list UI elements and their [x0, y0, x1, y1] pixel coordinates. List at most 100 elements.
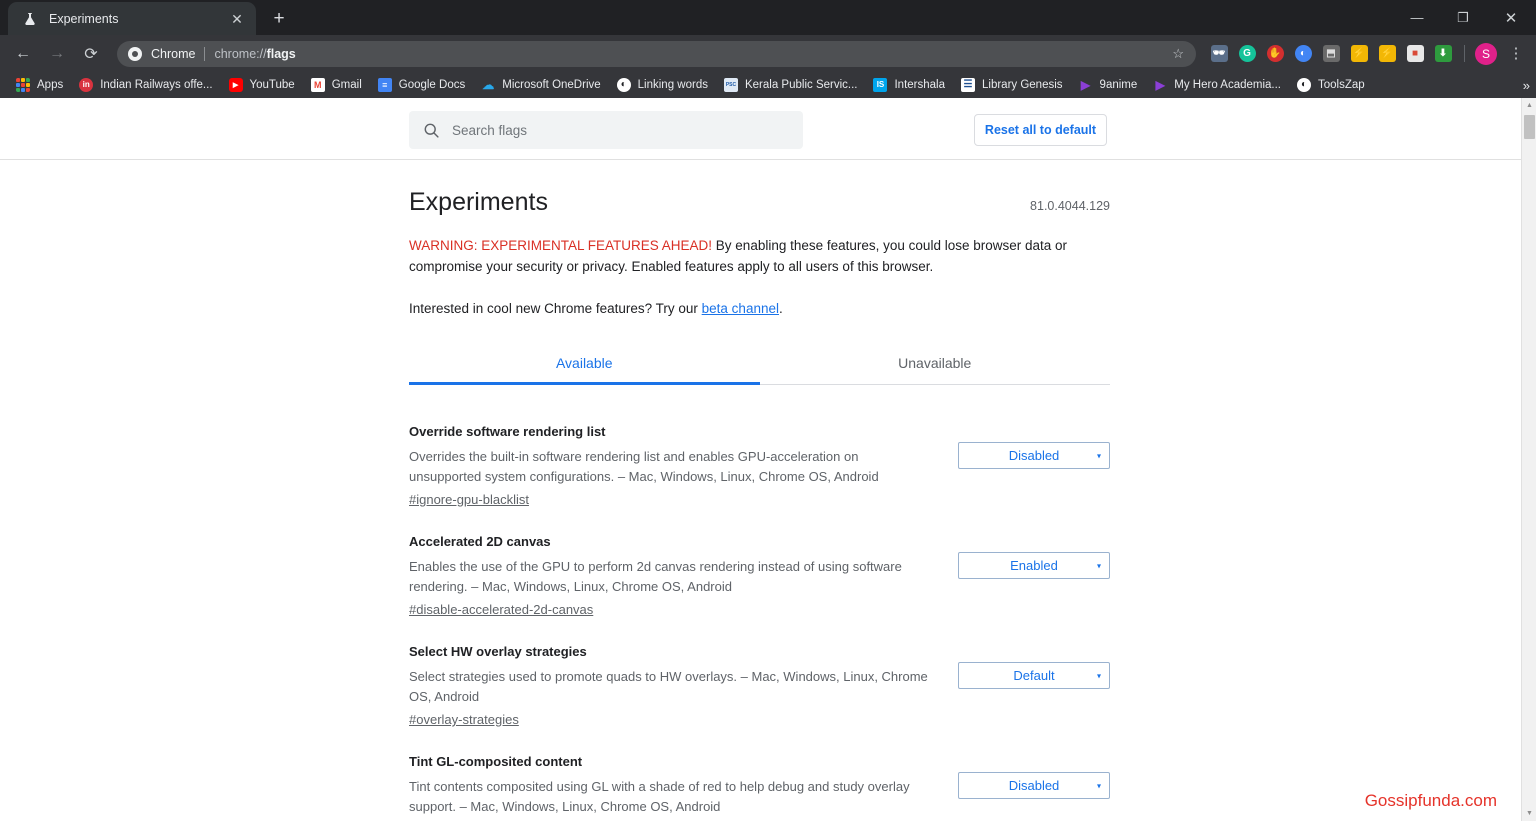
close-icon[interactable]: ✕ [228, 10, 246, 28]
scroll-up-icon[interactable]: ▲ [1522, 98, 1536, 113]
screenshot-icon[interactable]: ■ [1402, 41, 1428, 67]
play-icon: ▶ [1153, 78, 1167, 92]
site-watermark: Gossipfunda.com [1365, 791, 1497, 811]
bookmark-youtube[interactable]: ▶ YouTube [221, 74, 303, 96]
bookmark-label: 9anime [1100, 79, 1138, 91]
bookmark-linking-words[interactable]: ◐ Linking words [609, 74, 716, 96]
idm-icon[interactable]: ⚡ [1346, 41, 1372, 67]
flag-state-select[interactable]: Disabled ▾ [958, 442, 1110, 469]
navigation-toolbar: ← → ⟳ Chrome chrome://flags ☆ 🕶 G ✋ ◐ ⬒ … [0, 35, 1536, 72]
tab-available[interactable]: Available [409, 344, 760, 384]
onedrive-icon: ☁ [481, 78, 495, 92]
chevron-down-icon: ▾ [1097, 781, 1101, 790]
irctc-icon: in [79, 78, 93, 92]
flag-permalink[interactable]: #ignore-gpu-blacklist [409, 492, 529, 507]
bookmark-toolszap[interactable]: ◐ ToolsZap [1289, 74, 1373, 96]
flag-state-value: Disabled [1009, 448, 1060, 463]
bookmark-star-icon[interactable]: ☆ [1172, 46, 1184, 62]
flag-control: Default ▾ [958, 644, 1110, 689]
honey-icon[interactable]: ✋ [1262, 41, 1288, 67]
flag-name: Accelerated 2D canvas [409, 534, 934, 549]
bookmark-library-genesis[interactable]: ☰ Library Genesis [953, 74, 1071, 96]
bookmark-internshala[interactable]: IS Intershala [865, 74, 953, 96]
omnibox-scheme-label: Chrome [151, 47, 195, 61]
google-docs-icon: ≡ [378, 78, 392, 92]
flag-info: Tint GL-composited content Tint contents… [409, 754, 934, 821]
flag-row: Tint GL-composited content Tint contents… [409, 739, 1110, 821]
chrome-menu-icon[interactable]: ⋮ [1504, 41, 1528, 67]
warning-prefix: WARNING: EXPERIMENTAL FEATURES AHEAD! [409, 238, 712, 253]
reload-icon[interactable]: ⟳ [76, 39, 106, 69]
bookmarks-overflow-icon[interactable]: » [1523, 72, 1530, 98]
idm-alt-icon[interactable]: ⚡ [1374, 41, 1400, 67]
flag-state-select[interactable]: Enabled ▾ [958, 552, 1110, 579]
flag-permalink[interactable]: #disable-accelerated-2d-canvas [409, 602, 593, 617]
omnibox-url: chrome://flags [214, 47, 295, 61]
bookmark-indian-railways[interactable]: in Indian Railways offe... [71, 74, 220, 96]
reset-all-to-default-button[interactable]: Reset all to default [974, 114, 1107, 146]
browser-window: Experiments ✕ + — ❐ ✕ ← → ⟳ Chrome chrom… [0, 0, 1536, 821]
maximize-button[interactable]: ❐ [1440, 0, 1486, 35]
scrollbar-thumb[interactable] [1524, 115, 1535, 139]
bookmark-onedrive[interactable]: ☁ Microsoft OneDrive [473, 74, 608, 96]
flag-permalink[interactable]: #overlay-strategies [409, 712, 519, 727]
toolbar-divider [1464, 45, 1465, 62]
flag-description: Overrides the built-in software renderin… [409, 447, 934, 487]
bookmark-gmail[interactable]: M Gmail [303, 74, 370, 96]
download-icon[interactable]: ⬇ [1430, 41, 1456, 67]
flag-info: Select HW overlay strategies Select stra… [409, 644, 934, 729]
flag-state-value: Enabled [1010, 558, 1058, 573]
close-window-button[interactable]: ✕ [1486, 0, 1536, 35]
flask-icon [22, 11, 38, 27]
address-bar[interactable]: Chrome chrome://flags ☆ [117, 41, 1196, 67]
grammarly-icon[interactable]: G [1234, 41, 1260, 67]
bookmark-9anime[interactable]: ▶ 9anime [1071, 74, 1146, 96]
libgen-icon: ☰ [961, 78, 975, 92]
bookmark-kerala-psc[interactable]: PSC Kerala Public Servic... [716, 74, 866, 96]
forward-icon[interactable]: → [42, 39, 72, 69]
back-icon[interactable]: ← [8, 39, 38, 69]
play-icon: ▶ [1079, 78, 1093, 92]
active-tab-indicator [409, 382, 760, 385]
chevron-down-icon: ▾ [1097, 561, 1101, 570]
bookmark-label: YouTube [250, 79, 295, 91]
search-flags-container[interactable] [409, 111, 803, 149]
flag-control: Disabled ▾ [958, 754, 1110, 799]
youtube-icon: ▶ [229, 78, 243, 92]
bookmark-my-hero-academia[interactable]: ▶ My Hero Academia... [1145, 74, 1289, 96]
adblock-icon[interactable]: 🕶 [1206, 41, 1232, 67]
extension-icons: 🕶 G ✋ ◐ ⬒ ⚡ ⚡ ■ ⬇ S ⋮ [1206, 41, 1528, 67]
globe-icon: ◐ [617, 78, 631, 92]
window-controls: — ❐ ✕ [1394, 0, 1536, 35]
flag-list: Override software rendering list Overrid… [409, 409, 1110, 821]
flag-state-select[interactable]: Default ▾ [958, 662, 1110, 689]
new-tab-button[interactable]: + [265, 4, 293, 32]
bookmark-label: Kerala Public Servic... [745, 79, 858, 91]
tab-unavailable[interactable]: Unavailable [760, 344, 1111, 384]
browser-tab-experiments[interactable]: Experiments ✕ [8, 2, 256, 35]
chrome-flags-page: Reset all to default Experiments 81.0.40… [0, 98, 1521, 821]
chevron-down-icon: ▾ [1097, 451, 1101, 460]
omnibox-url-path: flags [267, 47, 296, 61]
page-viewport: Reset all to default Experiments 81.0.40… [0, 98, 1536, 821]
bookmark-label: Google Docs [399, 79, 465, 91]
apps-grid-icon [16, 78, 30, 92]
page-scrollbar[interactable]: ▲ ▼ [1521, 98, 1536, 821]
search-input[interactable] [452, 123, 789, 138]
scroll-down-icon[interactable]: ▼ [1522, 806, 1536, 821]
bookmark-apps[interactable]: Apps [8, 74, 71, 96]
kerala-psc-icon: PSC [724, 78, 738, 92]
chrome-version: 81.0.4044.129 [1030, 199, 1110, 213]
bookmark-google-docs[interactable]: ≡ Google Docs [370, 74, 473, 96]
minimize-button[interactable]: — [1394, 0, 1440, 35]
bookmark-label: Linking words [638, 79, 708, 91]
flag-name: Select HW overlay strategies [409, 644, 934, 659]
profile-avatar[interactable]: S [1475, 43, 1497, 65]
chrome-ext-icon[interactable]: ◐ [1290, 41, 1316, 67]
pdf-icon[interactable]: ⬒ [1318, 41, 1344, 67]
flag-state-select[interactable]: Disabled ▾ [958, 772, 1110, 799]
flags-tabs: Available Unavailable [409, 344, 1110, 385]
flags-header: Reset all to default [0, 98, 1521, 160]
beta-channel-link[interactable]: beta channel [702, 301, 779, 316]
globe-icon: ◐ [1297, 78, 1311, 92]
